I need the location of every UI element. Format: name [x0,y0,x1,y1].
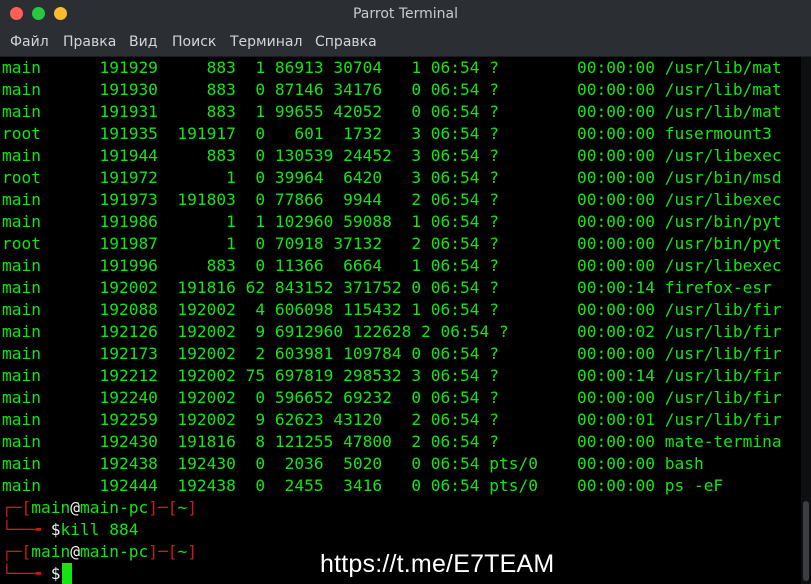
prompt-dash: ─ [157,498,168,517]
process-row: main 192444 192438 0 2455 3416 0 06:54 p… [2,476,724,495]
menu-file[interactable]: Файл [10,34,49,50]
title-bar: Parrot Terminal [0,0,811,29]
process-row: main 191996 883 0 11366 6664 1 06:54 ? 0… [2,256,782,275]
process-row: main 192088 192002 4 606098 115432 1 06:… [2,300,782,319]
prompt-bracket: [ [21,498,32,517]
process-row: main 191930 883 0 87146 34176 0 06:54 ? … [2,80,782,99]
prompt-bracket: ] [187,542,197,561]
prompt-corner: ┌─ [2,542,22,561]
process-row: main 192438 192430 0 2036 5020 0 06:54 p… [2,454,704,473]
prompt-host: main-pc [79,498,149,517]
menu-help[interactable]: Справка [315,34,377,50]
window-title: Parrot Terminal [352,6,459,22]
prompt-bracket: ] [187,498,197,517]
process-row: main 192212 192002 75 697819 298532 3 06… [2,366,782,385]
command-line[interactable]: └──╼ $ [2,563,60,584]
prompt-at: @ [70,498,80,517]
prompt-dash: ─ [157,542,168,561]
prompt-user: main [31,542,71,561]
menu-view[interactable]: Вид [129,34,157,50]
prompt-corner: ┌─ [2,498,22,517]
process-row: root 191972 1 0 39964 6420 3 06:54 ? 00:… [2,168,782,187]
menu-search[interactable]: Поиск [172,34,216,50]
prompt-corner: └──╼ [2,564,51,583]
menu-terminal[interactable]: Терминал [230,34,302,50]
prompt-dir: ~ [177,542,188,561]
prompt-header: ┌─[main@main-pc]─[~] [2,541,197,563]
prompt-bracket: [ [167,542,178,561]
prompt-corner: └──╼ [2,520,51,539]
prompt-dir: ~ [177,498,188,517]
prompt-bracket: [ [167,498,178,517]
prompt-bracket: ] [148,542,158,561]
process-row: main 192259 192002 9 62623 43120 2 06:54… [2,410,782,429]
process-row: main 192430 191816 8 121255 47800 2 06:5… [2,432,782,451]
prompt-dollar: $ [50,564,61,583]
process-row: main 192173 192002 2 603981 109784 0 06:… [2,344,782,363]
process-row: main 192240 192002 0 596652 69232 0 06:5… [2,388,782,407]
command-text: kill 884 [60,520,139,539]
prompt-bracket: [ [21,542,32,561]
process-row: main 191944 883 0 130539 24452 3 06:54 ?… [2,146,782,165]
prompt-at: @ [70,542,80,561]
process-row: main 191931 883 1 99655 42052 0 06:54 ? … [2,102,782,121]
terminal-cursor [62,563,72,584]
process-row: main 192002 191816 62 843152 371752 0 06… [2,278,772,297]
menu-edit[interactable]: Правка [63,34,116,50]
process-row: main 191973 191803 0 77866 9944 2 06:54 … [2,190,782,209]
terminal-output[interactable]: main 191929 883 1 86913 30704 1 06:54 ? … [0,57,801,584]
process-row: main 192126 192002 9 6912960 122628 2 06… [2,322,782,341]
prompt-user: main [31,498,71,517]
prompt-header: ┌─[main@main-pc]─[~] [2,497,197,519]
menu-bar: Файл Правка Вид Поиск Терминал Справка [0,29,811,57]
terminal-scrollbar[interactable] [801,57,811,584]
process-row: main 191929 883 1 86913 30704 1 06:54 ? … [2,58,782,77]
process-row: root 191935 191917 0 601 1732 3 06:54 ? … [2,124,772,143]
watermark-text: https://t.me/E7TEAM [320,550,555,578]
command-line: └──╼ $kill 884 [2,519,138,541]
process-row: main 191986 1 1 102960 59088 1 06:54 ? 0… [2,212,782,231]
prompt-bracket: ] [148,498,158,517]
process-row: root 191987 1 0 70918 37132 2 06:54 ? 00… [2,234,782,253]
scrollbar-thumb[interactable] [803,501,809,581]
prompt-host: main-pc [79,542,149,561]
